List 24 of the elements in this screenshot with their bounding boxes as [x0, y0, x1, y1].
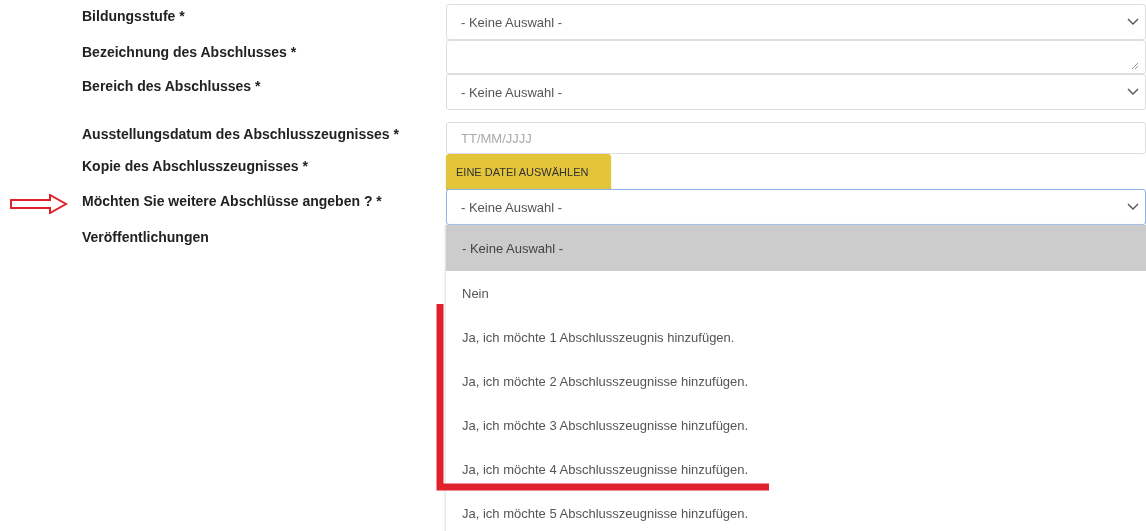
dropdown-select[interactable]: - Keine Auswahl -: [446, 4, 1146, 40]
chevron-down-icon: [1127, 203, 1139, 211]
field-label: Bildungsstufe *: [82, 8, 185, 24]
file-select-button[interactable]: EINE DATEI AUSWÄHLEN: [446, 154, 611, 189]
resize-handle-icon: [1131, 62, 1139, 70]
field-label: Möchten Sie weitere Abschlüsse angeben ? *: [82, 193, 382, 209]
dropdown-option[interactable]: Ja, ich möchte 1 Abschlusszeugnis hinzufügen.: [446, 315, 1146, 359]
field-label: Kopie des Abschlusszeugnisses *: [82, 158, 308, 174]
dropdown-option[interactable]: Ja, ich möchte 4 Abschlusszeugnisse hinzufügen.: [446, 447, 1146, 491]
field-label: Bereich des Abschlusses *: [82, 78, 261, 94]
dropdown-option[interactable]: Ja, ich möchte 5 Abschlusszeugnisse hinzufügen.: [446, 491, 1146, 531]
chevron-down-icon: [1127, 88, 1139, 96]
field-label: Ausstellungsdatum des Abschlusszeugnisses *: [82, 126, 399, 142]
dropdown-select[interactable]: - Keine Auswahl -: [446, 74, 1146, 110]
dropdown-option[interactable]: Nein: [446, 271, 1146, 315]
arrow-annotation: [10, 194, 68, 214]
field-label: Bezeichnung des Abschlusses *: [82, 44, 297, 60]
dropdown-option[interactable]: Ja, ich möchte 3 Abschlusszeugnisse hinzufügen.: [446, 403, 1146, 447]
dropdown-option[interactable]: Ja, ich möchte 2 Abschlusszeugnisse hinzufügen.: [446, 359, 1146, 403]
dropdown-select[interactable]: - Keine Auswahl -: [446, 189, 1146, 225]
dropdown-option[interactable]: - Keine Auswahl -: [446, 225, 1146, 271]
field-label: Veröffentlichungen: [82, 229, 209, 245]
text-area[interactable]: [446, 40, 1146, 74]
chevron-down-icon: [1127, 18, 1139, 26]
